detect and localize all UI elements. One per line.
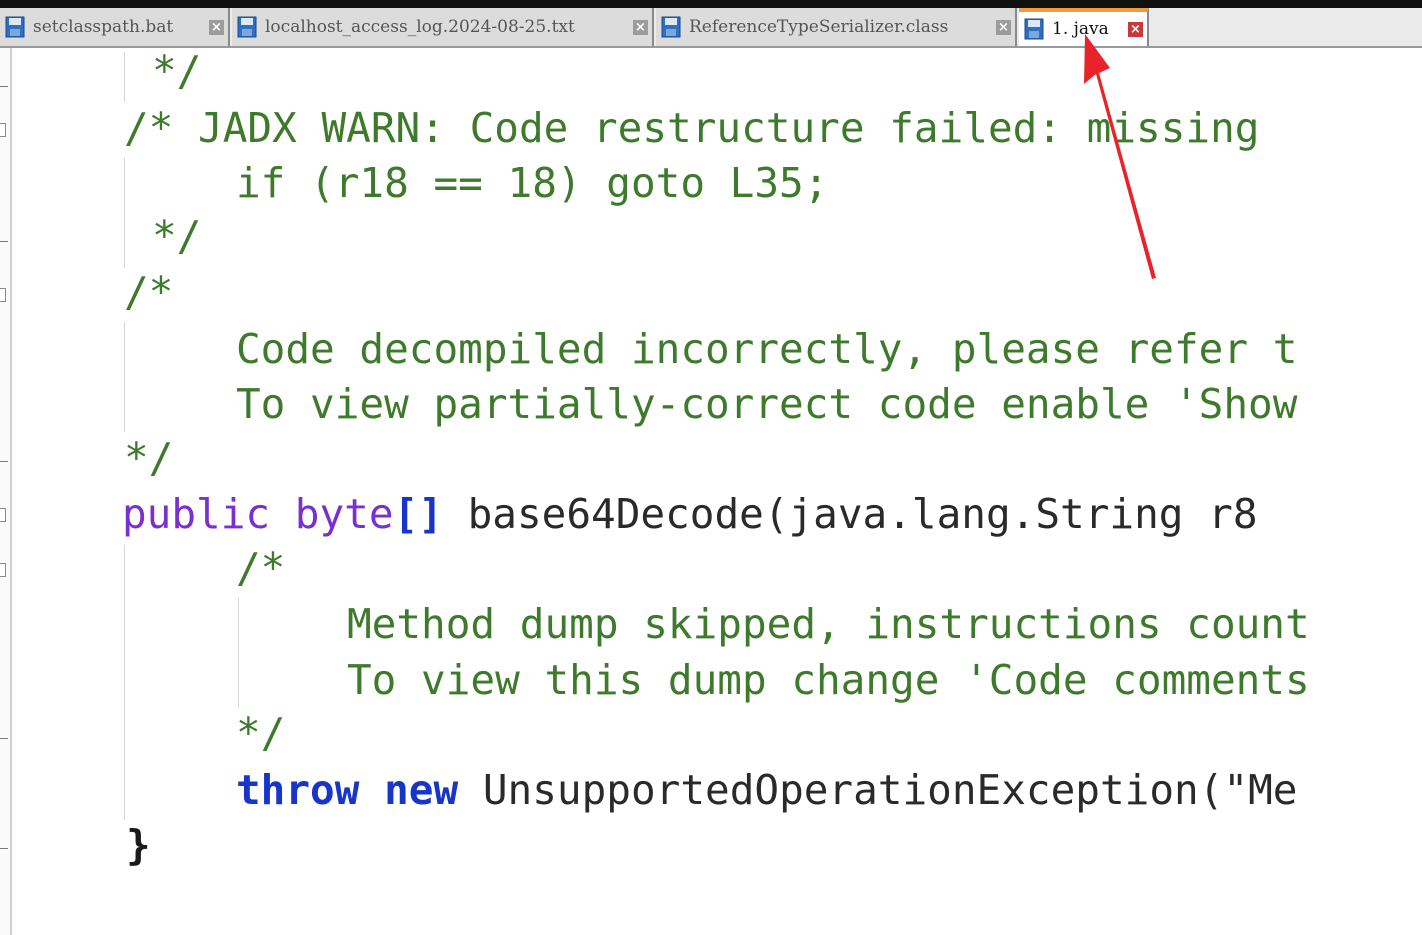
red-annotation-arrow-icon (1084, 34, 1156, 279)
